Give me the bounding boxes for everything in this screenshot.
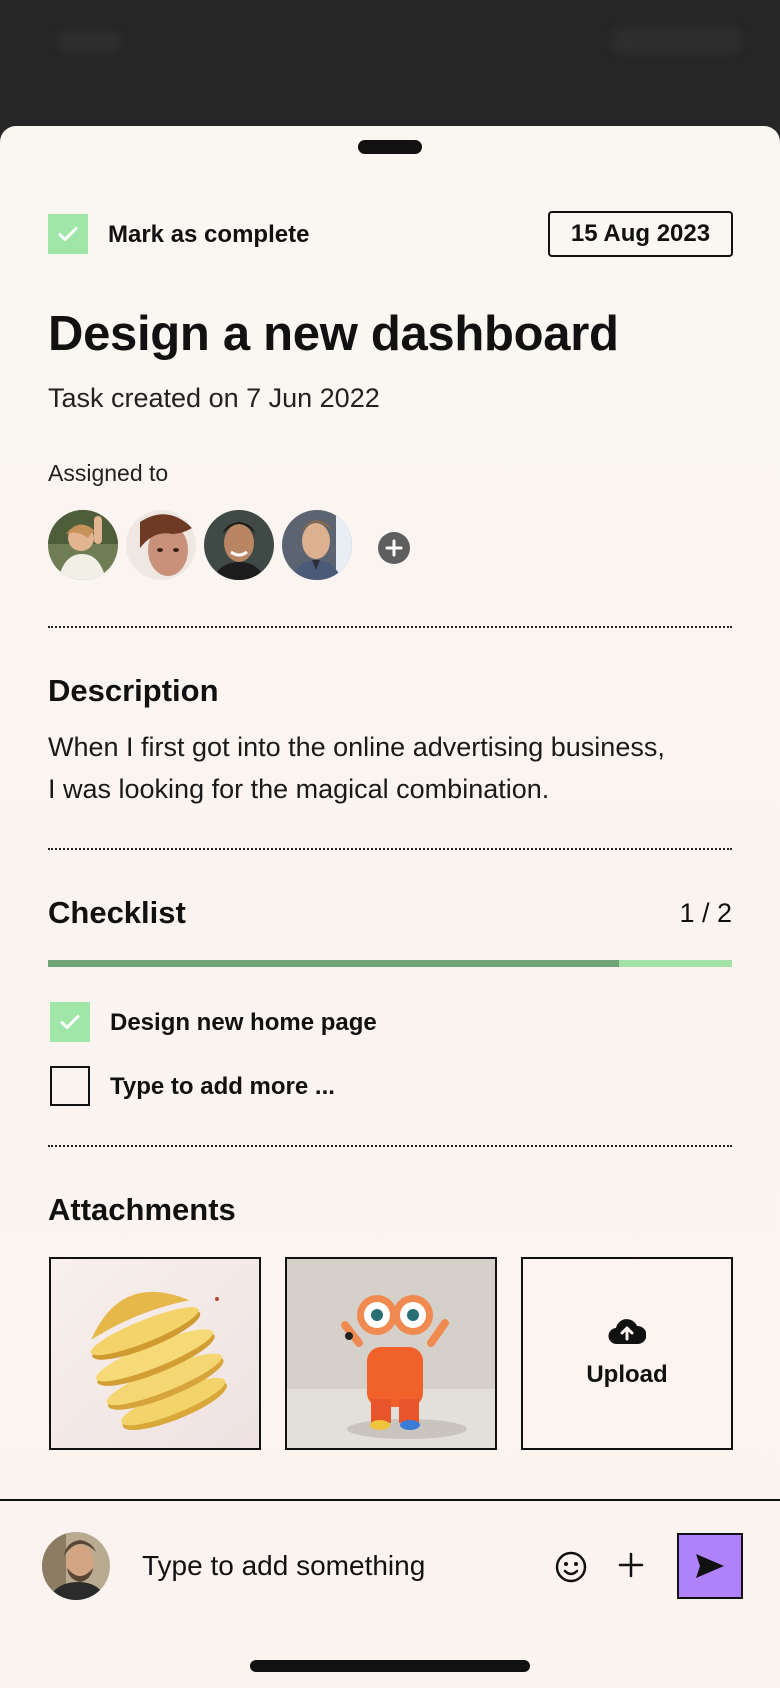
- upload-label: Upload: [586, 1360, 668, 1388]
- status-bar-indicators: [612, 28, 742, 54]
- checklist-new-item-checkbox[interactable]: [50, 1066, 90, 1106]
- checklist-item-label[interactable]: Design new home page: [110, 1009, 377, 1037]
- comment-input[interactable]: [142, 1545, 532, 1587]
- avatar[interactable]: [282, 510, 352, 580]
- plus-icon: [618, 1552, 644, 1578]
- checklist-count: 1 / 2: [679, 898, 732, 928]
- description-line: When I first got into the online adverti…: [48, 732, 665, 762]
- description-title: Description: [48, 673, 219, 708]
- assigned-to-label: Assigned to: [48, 460, 169, 486]
- cartoon-character-image: [287, 1259, 495, 1448]
- send-button[interactable]: [677, 1533, 743, 1599]
- checklist-title: Checklist: [48, 895, 186, 930]
- checklist-progress-fill: [48, 960, 620, 967]
- due-date-button[interactable]: 15 Aug 2023: [548, 211, 733, 257]
- sliced-mango-image: [51, 1259, 259, 1448]
- attachment-thumbnail-mango[interactable]: [49, 1257, 261, 1450]
- checkmark-icon: [60, 1015, 80, 1029]
- checklist-item-checkbox[interactable]: [50, 1002, 90, 1042]
- avatar[interactable]: [126, 510, 196, 580]
- home-indicator[interactable]: [250, 1660, 530, 1672]
- divider: [48, 626, 732, 628]
- avatar[interactable]: [204, 510, 274, 580]
- checklist-new-item-input[interactable]: Type to add more ...: [110, 1073, 335, 1101]
- sheet-drag-handle[interactable]: [358, 140, 422, 154]
- description-text[interactable]: When I first got into the online adverti…: [48, 726, 728, 810]
- task-title: Design a new dashboard: [48, 307, 619, 361]
- checkmark-icon: [58, 227, 78, 241]
- cloud-upload-icon: [608, 1318, 646, 1344]
- add-assignee-button[interactable]: [378, 532, 410, 564]
- attachment-thumbnail-character[interactable]: [285, 1257, 497, 1450]
- emoji-button[interactable]: [554, 1550, 588, 1584]
- checklist-progress-bar: [48, 960, 732, 967]
- current-user-avatar[interactable]: [42, 1532, 110, 1600]
- add-attachment-button[interactable]: [616, 1550, 646, 1580]
- send-icon: [696, 1554, 724, 1578]
- attachments-title: Attachments: [48, 1192, 236, 1227]
- description-line: I was looking for the magical combinatio…: [48, 774, 550, 804]
- divider: [48, 848, 732, 850]
- emoji-icon: [555, 1551, 587, 1583]
- status-bar-time: [58, 30, 120, 52]
- upload-attachment-button[interactable]: Upload: [521, 1257, 733, 1450]
- divider: [48, 1145, 732, 1147]
- plus-circle-icon: [385, 539, 403, 557]
- task-created-date: Task created on 7 Jun 2022: [48, 383, 380, 413]
- footer-divider: [0, 1499, 780, 1501]
- avatar[interactable]: [48, 510, 118, 580]
- mark-complete-label[interactable]: Mark as complete: [108, 221, 309, 249]
- mark-complete-checkbox[interactable]: [48, 214, 88, 254]
- status-bar: [0, 0, 780, 140]
